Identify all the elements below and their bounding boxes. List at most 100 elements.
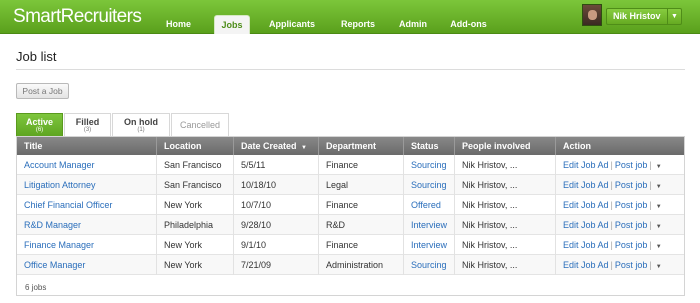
job-actions: Edit Job Ad | Post job | ▼ [556, 195, 684, 215]
table-row[interactable]: Chief Financial Officer New York 10/7/10 Fi… [17, 195, 684, 215]
action-separator: | [649, 180, 652, 190]
job-department: R&D [319, 215, 404, 235]
job-actions: Edit Job Ad | Post job | ▼ [556, 175, 684, 195]
post-job-link[interactable]: Post job [615, 160, 648, 170]
job-status-link[interactable]: Sourcing [404, 255, 455, 275]
job-department: Finance [319, 235, 404, 255]
post-job-link[interactable]: Post job [615, 240, 648, 250]
job-date-created: 5/5/11 [234, 155, 319, 175]
avatar-face [588, 10, 597, 20]
action-separator: | [649, 240, 652, 250]
col-location[interactable]: Location [157, 137, 234, 155]
table-row[interactable]: Office Manager New York 7/21/09 Administrat… [17, 255, 684, 275]
job-location: New York [157, 195, 234, 215]
action-separator: | [649, 200, 652, 210]
more-actions-chevron-down-icon[interactable]: ▼ [656, 224, 662, 230]
job-people-involved: Nik Hristov, ... [455, 255, 556, 275]
job-location: New York [157, 235, 234, 255]
col-date-created[interactable]: Date Created ▼ [234, 137, 319, 155]
job-location: San Francisco [157, 175, 234, 195]
post-job-link[interactable]: Post job [615, 200, 648, 210]
more-actions-chevron-down-icon[interactable]: ▼ [656, 164, 662, 170]
col-title[interactable]: Title [17, 137, 157, 155]
chevron-down-icon[interactable]: ▼ [667, 9, 681, 24]
tab-active-count: (6) [35, 127, 44, 133]
table-row[interactable]: Account Manager San Francisco 5/5/11 Financ… [17, 155, 684, 175]
job-title-link[interactable]: Account Manager [17, 155, 157, 175]
job-title-link[interactable]: Finance Manager [17, 235, 157, 255]
nav-addons[interactable]: Add-ons [445, 15, 492, 34]
user-name: Nik Hristov [613, 11, 661, 21]
job-status-link[interactable]: Interview [404, 215, 455, 235]
job-actions: Edit Job Ad | Post job | ▼ [556, 215, 684, 235]
job-title-link[interactable]: R&D Manager [17, 215, 157, 235]
smartrecruiters-logo[interactable]: SmartRecruiters [13, 6, 142, 28]
nav-applicants[interactable]: Applicants [261, 15, 323, 34]
post-job-link[interactable]: Post job [615, 220, 648, 230]
col-people-involved[interactable]: People involved [455, 137, 556, 155]
edit-job-ad-link[interactable]: Edit Job Ad [563, 180, 609, 190]
job-status-link[interactable]: Offered [404, 195, 455, 215]
tab-on-hold-count: (1) [137, 127, 145, 133]
more-actions-chevron-down-icon[interactable]: ▼ [656, 204, 662, 210]
more-actions-chevron-down-icon[interactable]: ▼ [656, 264, 662, 270]
top-navigation-bar: SmartRecruiters Home Jobs Applicants Rep… [0, 0, 700, 34]
job-title-link[interactable]: Chief Financial Officer [17, 195, 157, 215]
job-date-created: 10/7/10 [234, 195, 319, 215]
job-people-involved: Nik Hristov, ... [455, 215, 556, 235]
edit-job-ad-link[interactable]: Edit Job Ad [563, 240, 609, 250]
table-body: Account Manager San Francisco 5/5/11 Financ… [17, 155, 684, 275]
job-status-link[interactable]: Sourcing [404, 155, 455, 175]
table-row[interactable]: Litigation Attorney San Francisco 10/18/10… [17, 175, 684, 195]
job-department: Finance [319, 155, 404, 175]
tab-on-hold[interactable]: On hold (1) [112, 113, 170, 136]
jobs-grid: Title Location Date Created ▼ Department… [17, 137, 684, 275]
job-title-link[interactable]: Litigation Attorney [17, 175, 157, 195]
nav-reports[interactable]: Reports [334, 15, 382, 34]
job-date-created: 7/21/09 [234, 255, 319, 275]
job-location: San Francisco [157, 155, 234, 175]
job-people-involved: Nik Hristov, ... [455, 235, 556, 255]
more-actions-chevron-down-icon[interactable]: ▼ [656, 244, 662, 250]
nav-admin[interactable]: Admin [394, 15, 432, 34]
job-date-created: 9/28/10 [234, 215, 319, 235]
edit-job-ad-link[interactable]: Edit Job Ad [563, 220, 609, 230]
job-count: 6 jobs [25, 283, 47, 292]
more-actions-chevron-down-icon[interactable]: ▼ [656, 184, 662, 190]
action-separator: | [649, 220, 652, 230]
table-row[interactable]: Finance Manager New York 9/1/10 Finance Inte… [17, 235, 684, 255]
nav-home[interactable]: Home [154, 15, 203, 34]
tab-cancelled[interactable]: Cancelled [171, 113, 229, 136]
job-location: Philadelphia [157, 215, 234, 235]
col-status[interactable]: Status [404, 137, 455, 155]
job-people-involved: Nik Hristov, ... [455, 195, 556, 215]
user-avatar[interactable] [582, 4, 602, 26]
col-department[interactable]: Department [319, 137, 404, 155]
post-job-link[interactable]: Post job [615, 180, 648, 190]
job-department: Legal [319, 175, 404, 195]
sort-desc-icon: ▼ [301, 145, 307, 151]
post-job-link[interactable]: Post job [615, 260, 648, 270]
action-separator: | [649, 160, 652, 170]
job-title-link[interactable]: Office Manager [17, 255, 157, 275]
edit-job-ad-link[interactable]: Edit Job Ad [563, 200, 609, 210]
edit-job-ad-link[interactable]: Edit Job Ad [563, 160, 609, 170]
jobs-table: Title Location Date Created ▼ Department… [16, 136, 685, 296]
job-actions: Edit Job Ad | Post job | ▼ [556, 155, 684, 175]
status-tabs: Active (6) Filled (3) On hold (1) Cancel… [16, 113, 230, 136]
job-people-involved: Nik Hristov, ... [455, 175, 556, 195]
table-row[interactable]: R&D Manager Philadelphia 9/28/10 R&D Intervi… [17, 215, 684, 235]
page-title: Job list [16, 49, 57, 64]
job-department: Administration [319, 255, 404, 275]
job-status-link[interactable]: Sourcing [404, 175, 455, 195]
user-menu-button[interactable]: Nik Hristov ▼ [606, 8, 682, 25]
nav-jobs[interactable]: Jobs [214, 15, 250, 34]
job-actions: Edit Job Ad | Post job | ▼ [556, 255, 684, 275]
job-status-link[interactable]: Interview [404, 235, 455, 255]
edit-job-ad-link[interactable]: Edit Job Ad [563, 260, 609, 270]
col-date-created-label: Date Created [241, 141, 297, 151]
post-job-button[interactable]: Post a Job [16, 83, 69, 99]
action-separator: | [610, 160, 613, 170]
tab-active[interactable]: Active (6) [16, 113, 63, 136]
tab-filled[interactable]: Filled (3) [64, 113, 111, 136]
